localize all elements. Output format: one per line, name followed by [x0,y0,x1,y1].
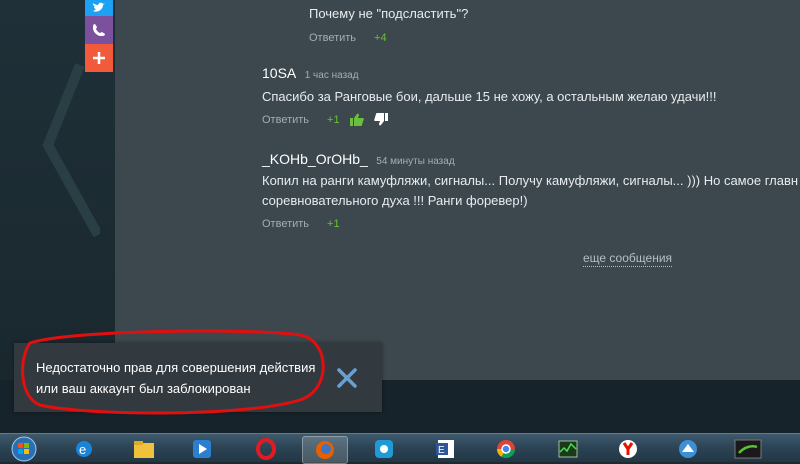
xbox-icon [734,439,762,459]
plus-icon [93,52,105,64]
taskbar-item[interactable] [244,436,288,462]
firefox-icon [316,441,334,459]
comment-text-line: Копил на ранги камуфляжи, сигналы... Пол… [262,173,799,188]
notification-line: Недостаточно прав для совершения действи… [36,360,316,375]
windows-taskbar: e E [0,433,800,464]
comment-text: Спасибо за Ранговые бои, дальше 15 не хо… [262,89,717,104]
file-explorer-icon [134,441,154,458]
media-player-icon [193,440,211,458]
close-icon [337,368,357,388]
thumbs-up-icon[interactable] [349,113,364,126]
share-bar [85,0,113,72]
opera-icon [256,438,276,460]
windows-start-icon [11,436,37,462]
thumbs-down-icon[interactable] [373,113,388,126]
error-notification: Недостаточно прав для совершения действи… [14,343,382,412]
comment-score: +4 [374,32,387,44]
svg-text:E: E [438,445,445,456]
twitter-share-button[interactable] [85,0,113,16]
reply-link[interactable]: Ответить [262,218,309,230]
chrome-icon [497,440,515,459]
more-messages-link[interactable]: еще сообщения [583,251,673,267]
comment-text: Почему не "подсластить"? [309,6,469,21]
internet-explorer-icon: e [76,441,92,457]
taskbar-item[interactable] [362,436,406,462]
taskbar-item[interactable] [666,436,710,462]
comment-score: +1 [327,113,340,126]
taskbar-item[interactable]: e [62,436,106,462]
reply-link[interactable]: Ответить [262,114,309,126]
more-share-button[interactable] [85,44,113,72]
taskbar-item[interactable] [180,436,224,462]
twitter-icon [93,2,105,12]
close-notification-button[interactable] [336,367,358,389]
comment-author[interactable]: 10SA [262,65,296,81]
reply-link[interactable]: Ответить [309,32,356,44]
taskbar-item[interactable] [546,436,590,462]
taskbar-item[interactable]: E [424,436,468,462]
taskbar-item-active[interactable] [302,436,348,464]
task-manager-icon [558,440,578,458]
start-button[interactable] [2,436,46,462]
comment-score: +1 [327,218,340,230]
yandex-icon [619,440,637,458]
taskbar-item[interactable] [122,436,166,462]
comment-time: 54 минуты назад [376,156,455,167]
word-icon: E [436,440,454,458]
taskbar-item[interactable] [484,436,528,462]
comment-author[interactable]: _KOHb_OrOHb_ [262,151,368,167]
taskbar-item[interactable] [726,436,770,462]
app-icon-2 [679,440,697,458]
chevron-left-icon [42,63,100,238]
notification-line: или ваш аккаунт был заблокирован [36,381,251,396]
svg-text:e: e [79,442,86,457]
comment-time: 1 час назад [304,70,359,81]
taskbar-item[interactable] [606,436,650,462]
comments-panel: Почему не "подсластить"? Ответить +4 10S… [115,0,800,380]
app-icon [375,440,393,458]
viber-icon [93,24,105,36]
comment-text-line: соревновательного духа !!! Ранги форевер… [262,193,528,208]
viber-share-button[interactable] [85,16,113,44]
